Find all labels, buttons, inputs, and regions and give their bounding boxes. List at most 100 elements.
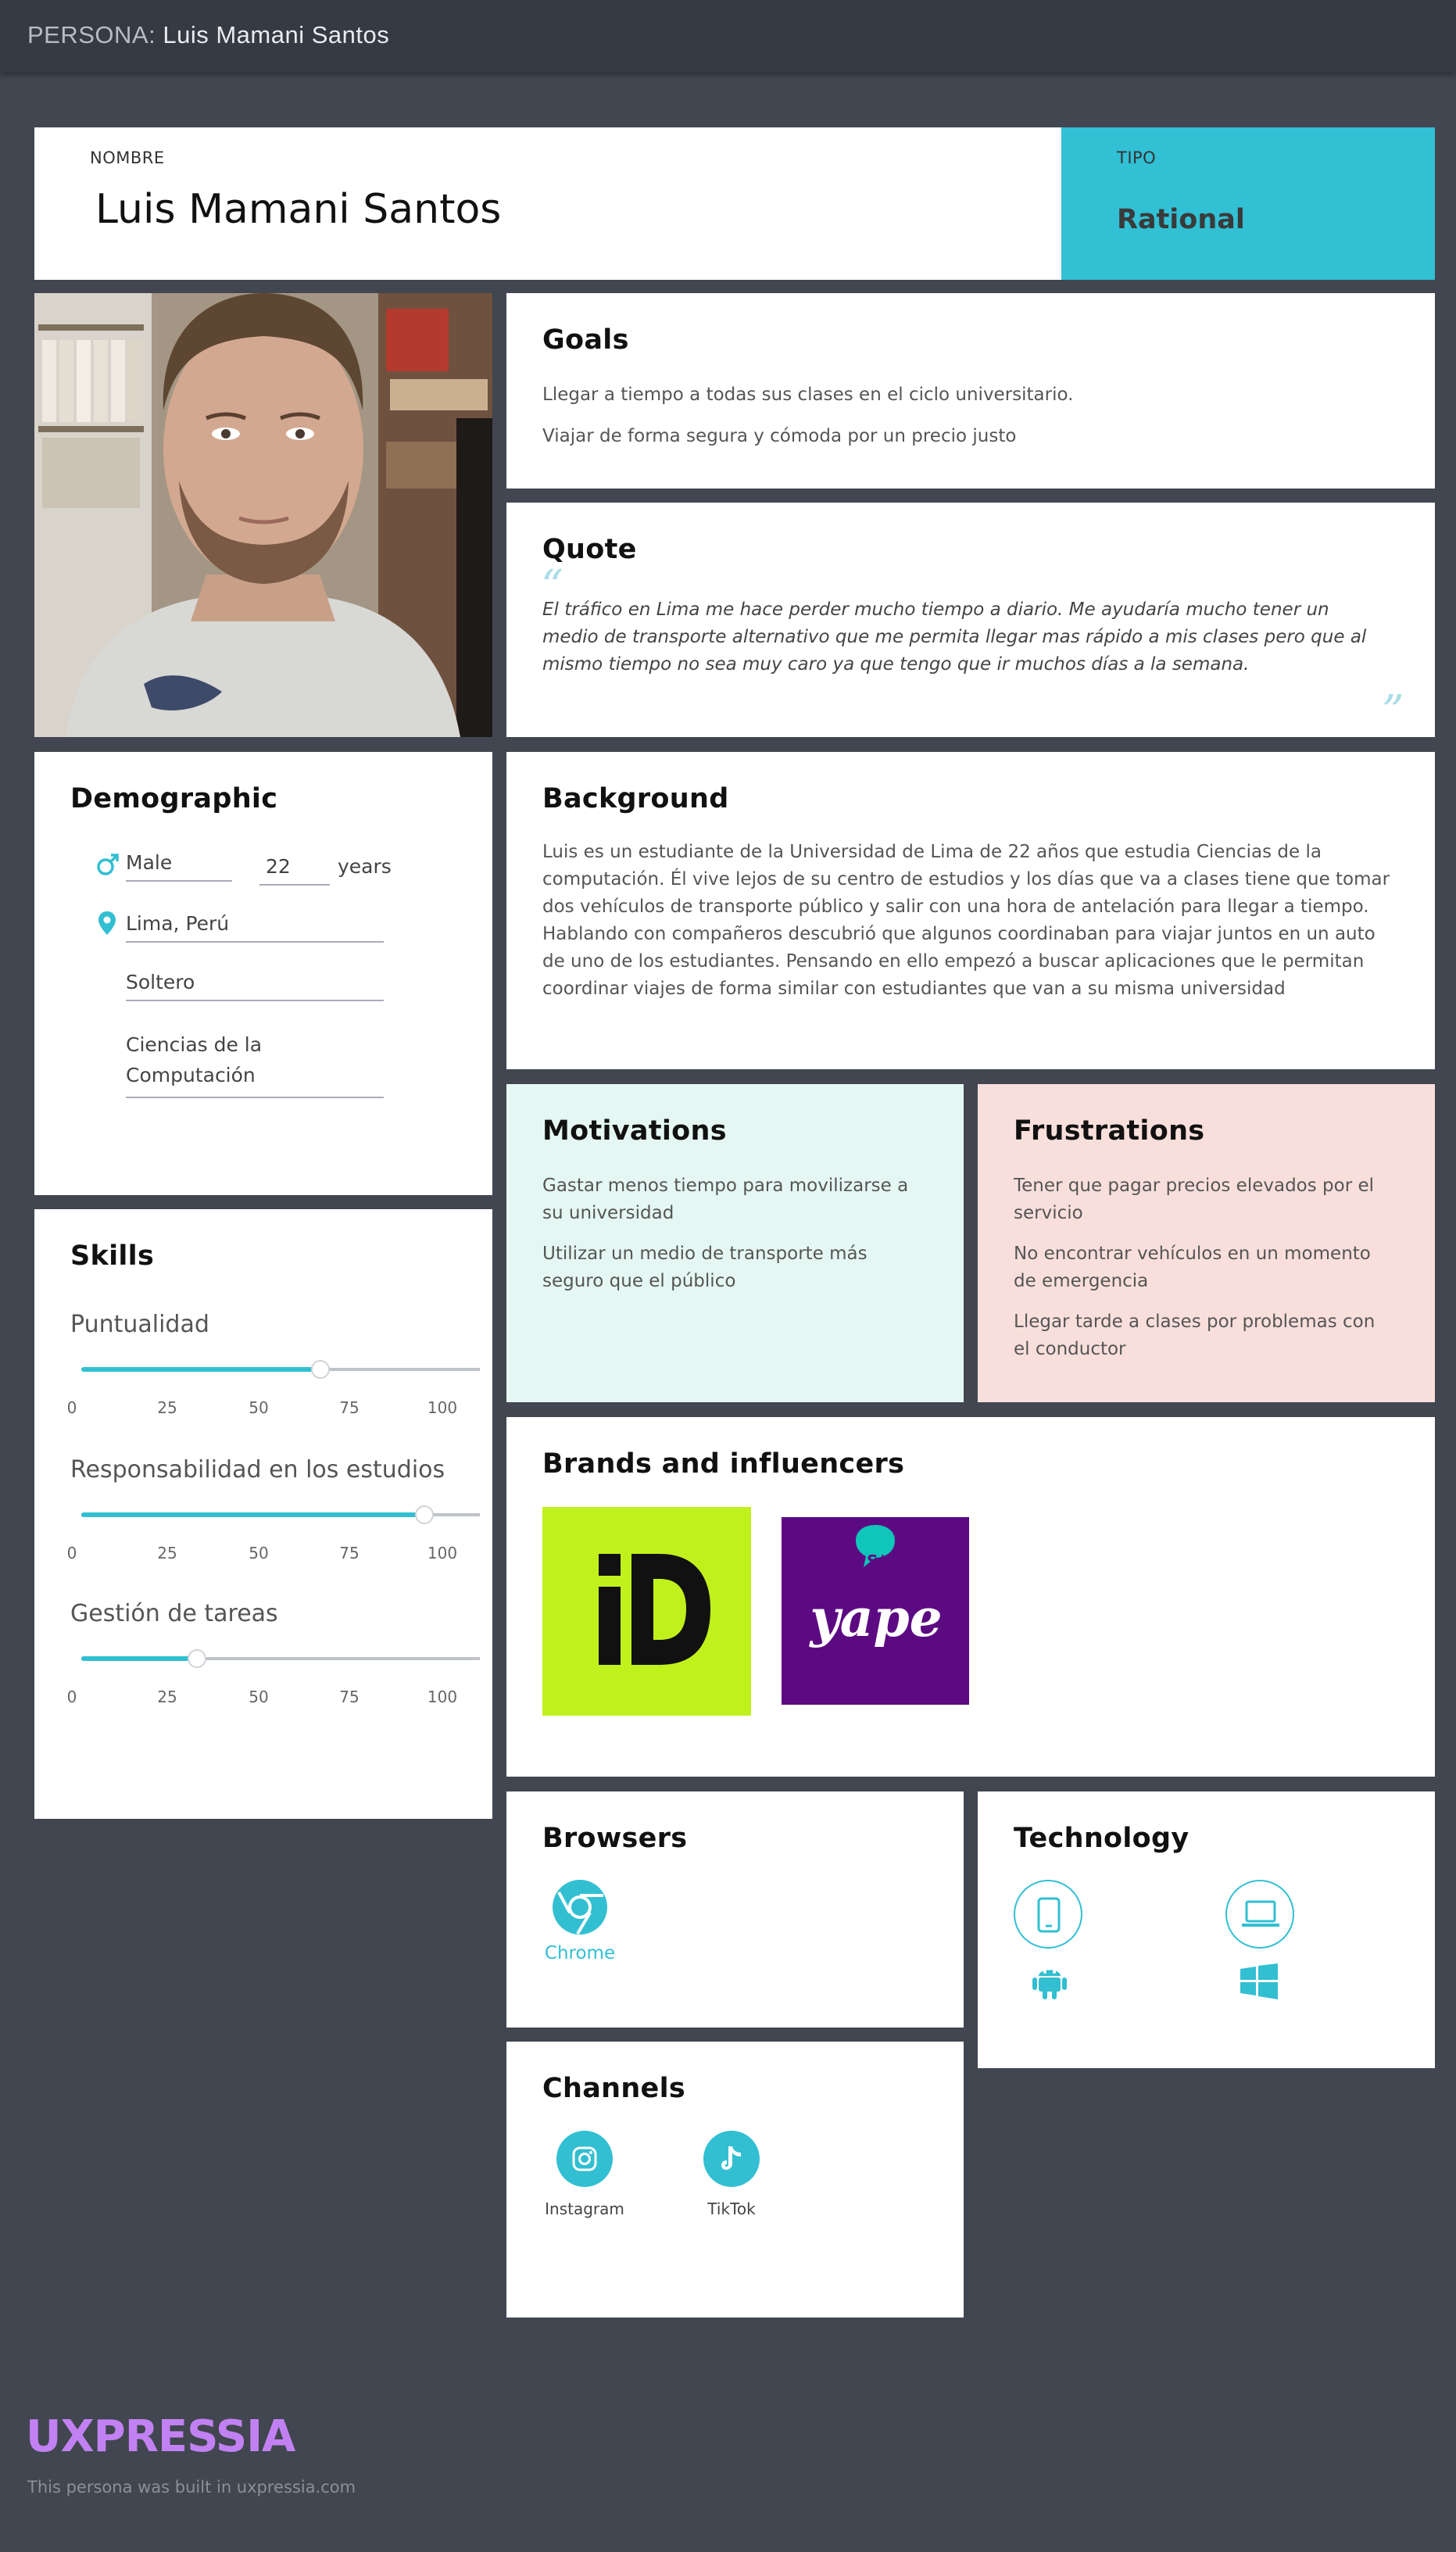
browsers-card: Browsers Chrome [506,1791,964,2028]
location-field[interactable]: Lima, Perú [126,912,384,943]
motivation-item: Utilizar un medio de transporte más segu… [542,1240,868,1295]
marital-status-field[interactable]: Soltero [126,971,384,1001]
skill-name: Puntualidad [70,1311,209,1338]
skill-slider-thumb[interactable] [187,1649,206,1668]
frustration-item: No encontrar vehículos en un momento de … [1014,1240,1371,1295]
channels-title: Channels [542,2073,686,2104]
persona-photo[interactable] [34,293,492,737]
motivations-title: Motivations [542,1115,727,1147]
quote-title: Quote [542,534,637,565]
location-pin-icon [98,911,116,935]
tiktok-glyph [721,2146,741,2170]
frustrations-card: Frustrations Tener que pagar precios ele… [978,1084,1435,1402]
frustrations-title: Frustrations [1014,1115,1205,1147]
skill-tick-label: 0 [66,1544,77,1562]
skill-name: Responsabilidad en los estudios [70,1456,445,1484]
photo-illustration [34,293,492,737]
persona-prefix: PERSONA: [27,21,156,48]
skill-tick-label: 50 [249,1544,269,1562]
persona-type[interactable]: Rational [1117,204,1245,235]
background-line: Hablando con compañeros descubrió que al… [542,924,1376,944]
male-icon [97,854,119,875]
background-line: Luis es un estudiante de la Universidad … [542,842,1322,862]
technology-card: Technology [978,1791,1435,2068]
channel-name[interactable]: Instagram [538,2199,631,2218]
frustration-item: Tener que pagar precios elevados por el … [1014,1172,1374,1227]
background-line: coordinar viajes de forma similar con es… [542,979,1286,999]
android-icon[interactable] [1032,1962,1067,1999]
browsers-title: Browsers [542,1823,688,1854]
brand-id-logo[interactable]: iD [542,1507,751,1716]
demographic-title: Demographic [70,783,278,814]
persona-title: PERSONA: Luis Mamani Santos [27,21,389,49]
background-line: de uno de los estudiantes. Pensando en e… [542,951,1365,972]
age-field[interactable]: 22 [259,855,330,886]
tiktok-icon[interactable] [703,2131,760,2187]
skills-title: Skills [70,1240,155,1272]
skill-tick-label: 0 [66,1398,77,1417]
frustration-line: No encontrar vehículos en un momento [1014,1244,1371,1264]
skill-slider-fill [81,1512,424,1517]
motivations-card: Motivations Gastar menos tiempo para mov… [506,1084,964,1402]
skill-slider-thumb[interactable] [311,1360,330,1379]
motivation-line: Gastar menos tiempo para movilizarse a [542,1176,909,1196]
frustration-line: de emergencia [1014,1271,1149,1291]
type-label: TIPO [1117,149,1157,167]
background-text: Luis es un estudiante de la Universidad … [542,839,1390,1003]
goal-item: Llegar a tiempo a todas sus clases en el… [542,385,1074,405]
skill-tick-label: 0 [66,1688,77,1706]
goal-item: Viajar de forma segura y cómoda por un p… [542,426,1017,446]
career-line: Computación [126,1064,256,1086]
persona-name[interactable]: Luis Mamani Santos [95,186,501,233]
skill-tick-label: 75 [339,1688,360,1706]
chrome-icon[interactable] [552,1879,608,1935]
skill-tick-label: 25 [157,1398,177,1417]
background-card: Background Luis es un estudiante de la U… [506,752,1435,1069]
smartphone-icon[interactable] [1014,1880,1082,1949]
skill-tick-label: 50 [249,1398,269,1417]
quote-text: El tráfico en Lima me hace perder mucho … [542,596,1366,678]
channels-card: Channels Instagram TikTok [506,2042,964,2318]
technology-title: Technology [1014,1823,1189,1854]
skill-slider-fill [81,1656,197,1661]
frustration-line: servicio [1014,1203,1083,1223]
laptop-glyph [1242,1900,1279,1927]
career-field[interactable]: Ciencias de la Computación [126,1029,384,1098]
frustration-item: Llegar tarde a clases por problemas con … [1014,1308,1375,1363]
age-unit: years [338,855,392,878]
laptop-icon[interactable] [1225,1880,1294,1949]
background-line: computación. Él vive lejos de su centro … [542,869,1390,889]
skill-tick-label: 25 [157,1544,177,1562]
skill-slider-fill [81,1367,320,1372]
brand-yape-logo[interactable]: S/ yape [782,1517,969,1705]
gender-field[interactable]: Male [126,851,232,882]
windows-icon[interactable] [1240,1963,1278,1999]
skill-slider-thumb[interactable] [414,1505,434,1524]
motivation-item: Gastar menos tiempo para movilizarse a s… [542,1172,908,1227]
skill-tick-label: 75 [339,1544,360,1562]
instagram-icon[interactable] [556,2131,613,2187]
skill-name: Gestión de tareas [70,1600,278,1627]
brands-title: Brands and influencers [542,1448,905,1480]
name-label: NOMBRE [90,149,165,167]
motivation-line: su universidad [542,1203,674,1223]
skill-tick-label: 100 [427,1398,458,1417]
quote-line: mismo tiempo no sea muy caro ya que teng… [542,654,1250,675]
frustration-line: el conductor [1014,1339,1126,1359]
background-title: Background [542,783,729,814]
id-logo-icon [599,1554,710,1665]
top-bar: PERSONA: Luis Mamani Santos [0,0,1456,72]
yape-wordmark: yape [810,1587,943,1648]
instagram-glyph [572,2146,597,2171]
footer-note[interactable]: This persona was built in uxpressia.com [27,2478,356,2497]
channel-name[interactable]: TikTok [685,2199,778,2218]
browser-name[interactable]: Chrome [544,1943,616,1963]
uxpressia-logo[interactable]: UXPRESSIA [26,2411,295,2462]
skill-tick-label: 100 [427,1688,458,1706]
motivation-line: seguro que el público [542,1271,736,1291]
quote-line: El tráfico en Lima me hace perder mucho … [542,600,1329,620]
yape-badge: S/ [867,1552,884,1570]
quote-line: medio de transporte alternativo que me p… [542,627,1367,647]
quote-card: Quote “ El tráfico en Lima me hace perde… [506,503,1435,737]
frustration-line: Llegar tarde a clases por problemas con [1014,1312,1376,1332]
